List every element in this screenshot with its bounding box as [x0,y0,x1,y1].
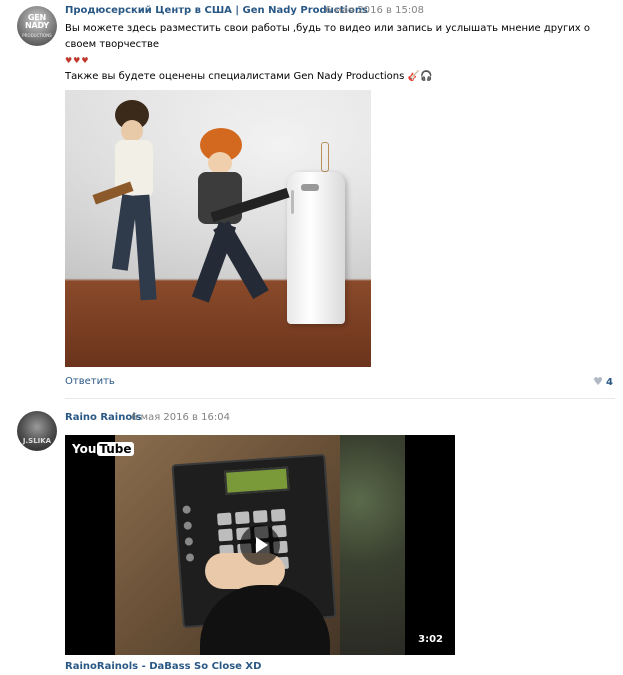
reply-link[interactable]: Ответить [65,376,115,387]
post-text-line: Также вы будете оценены специалистами Ge… [65,69,595,85]
likes-count: 4 [606,377,613,388]
heart-icon: ♥ [593,375,604,388]
person-face [208,152,232,174]
fridge-badge [301,184,319,191]
mpc-knobs [182,505,195,569]
video-player[interactable]: You Tube 3:02 [65,435,455,655]
avatar-logo-text: GEN NADY [25,13,49,30]
avatar[interactable]: J.SLIKA [17,411,57,451]
fridge-handle [291,190,294,214]
youtube-logo-you: You [72,442,97,456]
youtube-logo: You Tube [72,442,134,456]
photo-fridge [287,172,345,324]
youtube-logo-tube: Tube [97,442,134,456]
avatar[interactable]: GEN NADY PRODUCTIONS [17,6,57,46]
photo-person-left [92,100,173,330]
post-photo[interactable] [65,90,371,367]
video-duration: 3:02 [418,634,443,645]
post-date-link[interactable]: 6 мая 2016 в 16:04 [131,412,230,423]
like-button[interactable]: ♥ 4 [593,375,613,388]
person-face [121,120,143,142]
post-divider [65,398,615,399]
guitar-headphones-emoji: 🎸🎧 [407,71,433,82]
play-icon[interactable] [240,525,280,565]
post-text: Вы можете здесь разместить свои работы ,… [65,21,595,85]
avatar-logo-subtext: PRODUCTIONS [22,33,52,38]
post-text-line-3: Также вы будете оценены специалистами Ge… [65,71,405,82]
photo-lamp [321,142,329,172]
avatar-logo-text: J.SLIKA [22,437,52,445]
person-leg [133,194,157,301]
post-text-line: Вы можете здесь разместить свои работы ,… [65,23,590,50]
photo-person-right [170,128,290,328]
video-title-link[interactable]: RainoRainols - DaBass So Close XD [65,661,261,672]
post-date-link[interactable]: 6 мая 2016 в 15:08 [325,5,424,16]
post-author-link[interactable]: Продюсерский Центр в США | Gen Nady Prod… [65,5,368,16]
mpc-screen [224,466,290,495]
video-jacket [340,435,405,655]
hearts-emoji: ♥♥♥ [65,56,90,65]
